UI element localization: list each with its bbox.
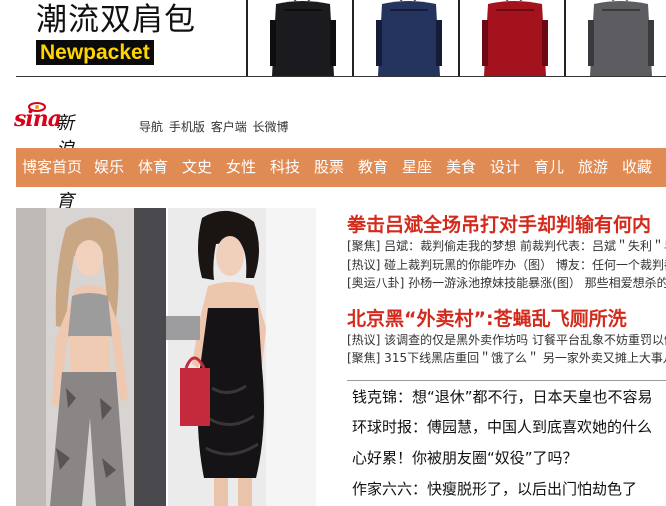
headline-takeout-line-1[interactable]: [热议] 该调查的仅是黑外卖作坊吗 订餐平台乱象不妨重罚以儆	[347, 331, 666, 348]
nav-item-stocks[interactable]: 股票	[314, 148, 344, 187]
nav-item-education[interactable]: 教育	[358, 148, 388, 187]
link-client[interactable]: 客户端	[211, 120, 247, 134]
headline-boxing-line-2[interactable]: [热议] 碰上裁判玩黑的你能咋办（图） 博友：任何一个裁判都	[347, 256, 666, 273]
link-mobile[interactable]: 手机版	[169, 120, 205, 134]
ad-divider	[458, 0, 460, 76]
nav-item-parenting[interactable]: 育儿	[534, 148, 564, 187]
channel-nav-bar: 博客首页 娱乐 体育 文史 女性 科技 股票 教育 星座 美食 设计 育儿 旅游…	[16, 148, 666, 187]
backpack-ad-banner[interactable]: 潮流双肩包 Newpacket	[0, 0, 666, 78]
nav-item-blog-home[interactable]: 博客首页	[22, 148, 82, 187]
headline-boxing-line-3[interactable]: [奥运八卦] 孙杨一游泳池撩妹技能暴涨(图） 那些相爱想杀的	[347, 274, 666, 291]
headline-takeout[interactable]: 北京黑“外卖村”:苍蝇乱飞厕所洗	[347, 304, 627, 331]
nav-item-food[interactable]: 美食	[446, 148, 476, 187]
backpack-icon	[376, 0, 442, 76]
ad-bag-gray[interactable]	[568, 0, 666, 76]
ad-divider	[246, 0, 248, 76]
street-fashion-image	[16, 208, 316, 506]
nav-item-entertainment[interactable]: 娱乐	[94, 148, 124, 187]
list-item[interactable]: 作家六六：快瘦脱形了，以后出门怕劫色了	[352, 478, 637, 499]
site-header: sina 新浪体育 导航 手机版 客户端 长微博	[0, 96, 666, 212]
ad-divider	[564, 0, 566, 76]
headline-takeout-line-2[interactable]: [聚焦] 315下线黑店重回＂饿了么＂ 另一家外卖又摊上大事儿	[347, 349, 666, 366]
backpack-icon	[270, 0, 336, 76]
ad-bottom-rule	[16, 76, 666, 77]
logo-sina-text: sina	[14, 106, 62, 132]
list-item[interactable]: 环球时报：傅园慧，中国人到底喜欢她的什么	[352, 416, 652, 437]
nav-item-travel[interactable]: 旅游	[578, 148, 608, 187]
list-item[interactable]: 心好累！你被朋友圈“奴役”了吗？	[352, 447, 578, 468]
nav-item-sports[interactable]: 体育	[138, 148, 168, 187]
headline-boxing-line-1[interactable]: [聚焦] 吕斌：裁判偷走我的梦想 前裁判代表：吕斌＂失利＂早	[347, 237, 666, 254]
link-long-weibo[interactable]: 长微博	[253, 120, 289, 134]
ad-divider	[352, 0, 354, 76]
nav-item-astrology[interactable]: 星座	[402, 148, 432, 187]
section-divider	[347, 380, 666, 381]
ad-bag-red[interactable]	[462, 0, 566, 76]
ad-brand-label[interactable]: Newpacket	[36, 40, 154, 65]
nav-item-design[interactable]: 设计	[490, 148, 520, 187]
nav-item-history[interactable]: 文史	[182, 148, 212, 187]
backpack-icon	[482, 0, 548, 76]
backpack-icon	[588, 0, 654, 76]
nav-item-women[interactable]: 女性	[226, 148, 256, 187]
ad-bag-navy[interactable]	[356, 0, 460, 76]
list-item[interactable]: 钱克锦：想“退休”都不行，日本天皇也不容易	[352, 386, 653, 407]
nav-item-tech[interactable]: 科技	[270, 148, 300, 187]
ad-title[interactable]: 潮流双肩包	[36, 2, 196, 38]
nav-item-collection[interactable]: 收藏	[622, 148, 652, 187]
feature-photo[interactable]	[16, 208, 316, 506]
ad-bag-black[interactable]	[250, 0, 354, 76]
link-nav[interactable]: 导航	[139, 120, 163, 134]
headline-boxing[interactable]: 拳击吕斌全场吊打对手却判输有何内	[347, 210, 651, 237]
header-links: 导航 手机版 客户端 长微博	[139, 118, 291, 135]
